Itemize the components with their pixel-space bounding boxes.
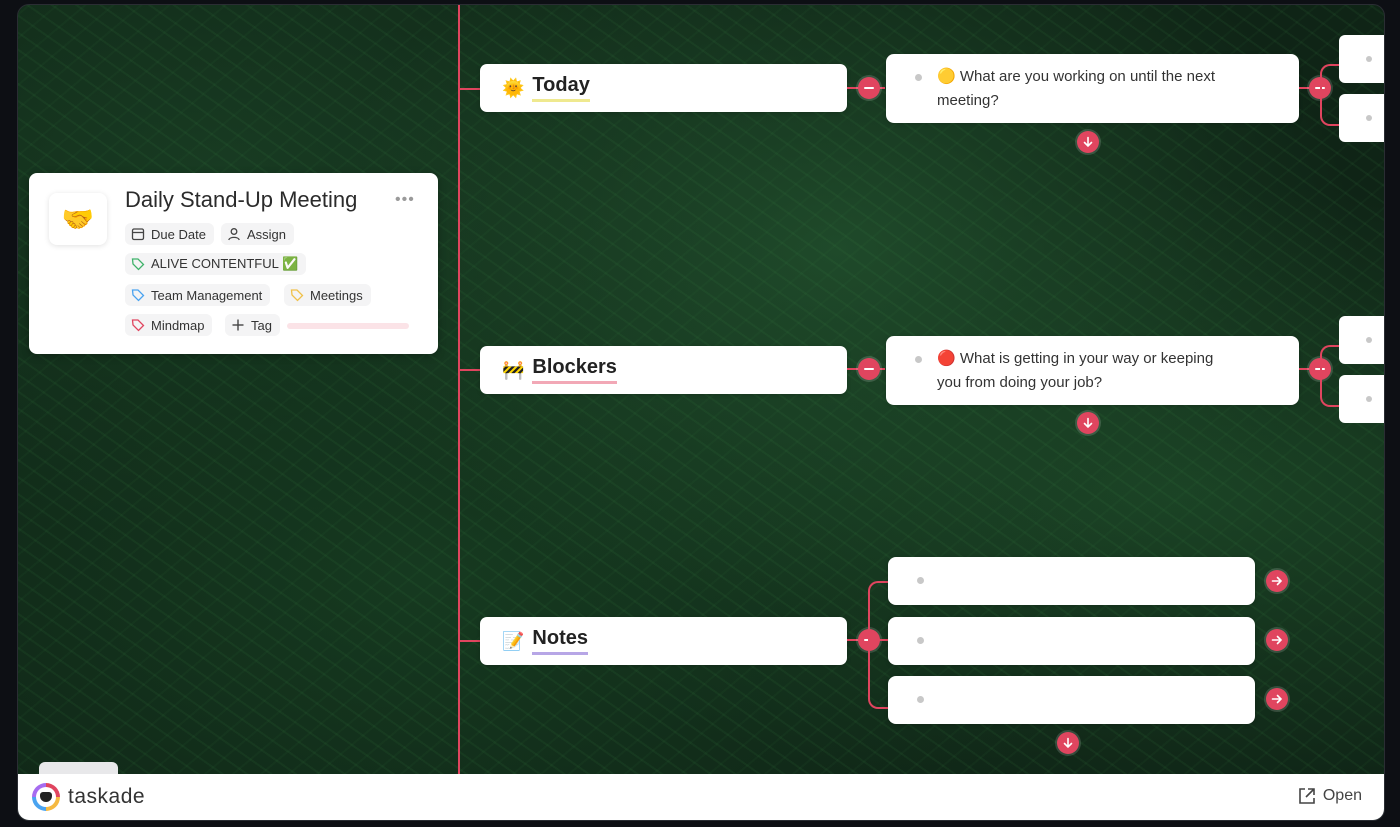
yellow-circle-icon: 🟡 <box>937 68 956 85</box>
arrow-right-icon <box>1271 694 1283 704</box>
construction-icon: 🚧 <box>502 359 525 380</box>
bullet-dot <box>917 696 924 703</box>
brand-name: taskade <box>68 785 146 808</box>
tag-label: Team Management <box>151 287 263 303</box>
expand-down-button[interactable] <box>1077 412 1099 434</box>
add-tag-label: Tag <box>251 317 272 333</box>
tag-icon <box>131 319 145 332</box>
external-link-icon <box>1299 788 1315 804</box>
branch-title[interactable]: Today <box>532 74 590 102</box>
mindmap-canvas[interactable]: 🤝 Daily Stand-Up Meeting ••• Due Date As… <box>17 4 1385 821</box>
child-node[interactable] <box>1339 94 1384 142</box>
child-node[interactable] <box>1339 35 1384 83</box>
child-node[interactable] <box>1339 375 1384 423</box>
bullet-dot <box>1366 337 1372 343</box>
tag-chip[interactable]: Meetings <box>284 284 371 306</box>
note-node[interactable] <box>888 676 1255 724</box>
taskade-logo[interactable]: taskade <box>32 783 145 811</box>
tag-label: ALIVE CONTENTFUL ✅ <box>151 256 299 271</box>
branch-title[interactable]: Notes <box>532 627 588 655</box>
tag-icon <box>131 258 145 271</box>
sun-icon: 🌞 <box>502 77 525 98</box>
project-title-card[interactable]: 🤝 Daily Stand-Up Meeting ••• Due Date As… <box>29 173 438 354</box>
expand-right-button[interactable] <box>1266 688 1288 710</box>
bullet-dot <box>917 637 924 644</box>
question-node-blockers[interactable]: 🔴 What is getting in your way or keeping… <box>886 336 1299 405</box>
branch-node-notes[interactable]: 📝 Notes <box>480 617 847 665</box>
arrow-down-icon <box>1083 417 1093 429</box>
assign-label: Assign <box>247 226 287 242</box>
connector-curve <box>1320 345 1340 407</box>
connector-curve <box>1320 64 1340 126</box>
arrow-down-icon <box>1083 136 1093 148</box>
tag-input-bar[interactable] <box>287 323 409 329</box>
connector-curve <box>868 581 888 709</box>
footer-bar: taskade Open <box>18 774 1384 820</box>
question-label: What is getting in your way or keeping y… <box>937 350 1214 391</box>
question-text[interactable]: 🟡 What are you working on until the next… <box>937 65 1237 113</box>
branch-node-blockers[interactable]: 🚧 Blockers <box>480 346 847 394</box>
tag-icon <box>131 289 145 302</box>
child-node[interactable] <box>1339 316 1384 364</box>
user-icon <box>228 228 240 241</box>
question-node-today[interactable]: 🟡 What are you working on until the next… <box>886 54 1299 123</box>
taskade-logo-icon <box>32 783 60 811</box>
bullet-dot <box>915 356 922 363</box>
bullet-dot <box>1366 115 1372 121</box>
arrow-right-icon <box>1271 635 1283 645</box>
question-label: What are you working on until the next m… <box>937 68 1215 109</box>
branch-title[interactable]: Blockers <box>532 356 617 384</box>
expand-right-button[interactable] <box>1266 570 1288 592</box>
open-label: Open <box>1322 787 1362 804</box>
arrow-right-icon <box>1271 576 1283 586</box>
project-title[interactable]: Daily Stand-Up Meeting <box>125 187 357 213</box>
trunk-line <box>458 5 460 776</box>
tag-icon <box>290 289 304 302</box>
tag-label: Meetings <box>310 287 363 303</box>
due-date-label: Due Date <box>151 226 206 242</box>
tag-chip[interactable]: Team Management <box>125 284 271 306</box>
tag-chip[interactable]: Mindmap <box>125 314 213 336</box>
question-text[interactable]: 🔴 What is getting in your way or keeping… <box>937 347 1237 395</box>
connector <box>458 640 480 642</box>
note-node[interactable] <box>888 557 1255 605</box>
red-circle-icon: 🔴 <box>937 350 956 367</box>
connector <box>458 88 480 90</box>
tag-chip[interactable]: ALIVE CONTENTFUL ✅ <box>125 253 307 275</box>
bullet-dot <box>915 74 922 81</box>
expand-down-button[interactable] <box>1077 131 1099 153</box>
assign-button[interactable]: Assign <box>221 223 295 245</box>
project-emoji-icon[interactable]: 🤝 <box>49 193 107 245</box>
connector <box>458 369 480 371</box>
branch-node-today[interactable]: 🌞 Today <box>480 64 847 112</box>
calendar-icon <box>131 228 145 241</box>
arrow-down-icon <box>1063 737 1073 749</box>
tag-label: Mindmap <box>151 317 205 333</box>
collapse-button[interactable] <box>858 77 880 99</box>
connector <box>868 639 888 641</box>
bullet-dot <box>1366 56 1372 62</box>
expand-right-button[interactable] <box>1266 629 1288 651</box>
add-tag-button[interactable]: Tag <box>225 314 280 336</box>
memo-icon: 📝 <box>502 630 525 651</box>
collapse-button[interactable] <box>858 358 880 380</box>
due-date-button[interactable]: Due Date <box>125 223 214 245</box>
expand-down-button[interactable] <box>1057 732 1079 754</box>
more-options-icon[interactable]: ••• <box>395 191 415 209</box>
open-button[interactable]: Open <box>1297 786 1362 806</box>
plus-icon <box>232 319 244 331</box>
bullet-dot <box>1366 396 1372 402</box>
bullet-dot <box>917 577 924 584</box>
note-node[interactable] <box>888 617 1255 665</box>
